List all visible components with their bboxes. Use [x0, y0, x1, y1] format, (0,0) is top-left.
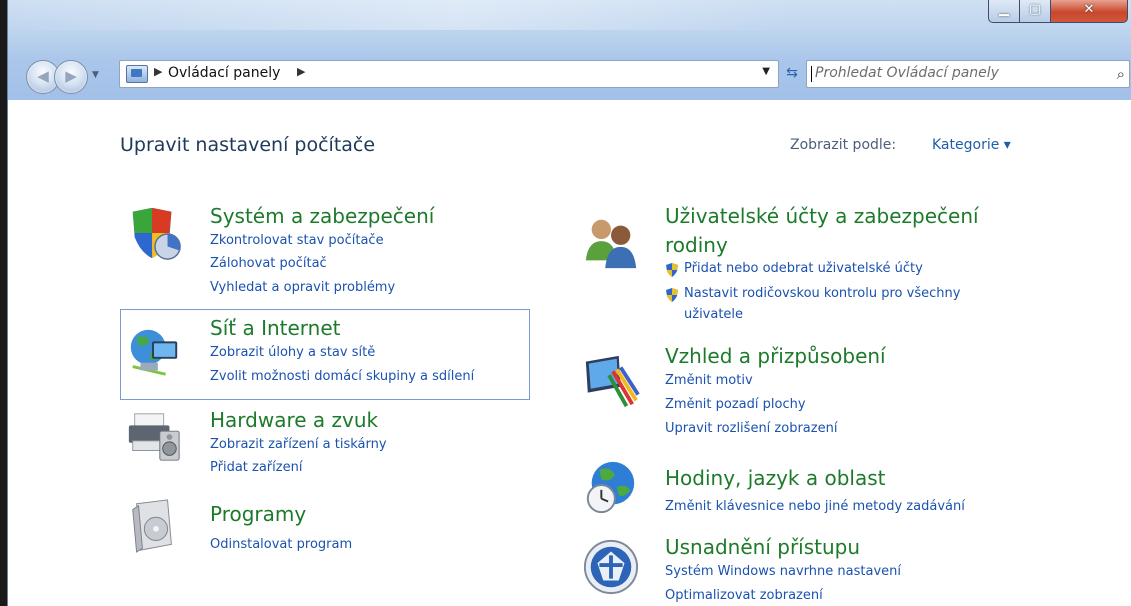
breadcrumb-control-panel[interactable]: Ovládací panely [168, 65, 280, 81]
minimize-icon: ▁ [999, 2, 1009, 17]
category-clock-language-region[interactable]: Hodiny, jazyk a oblast [665, 466, 885, 490]
category-network-internet[interactable]: Síť a Internet [210, 316, 340, 340]
recent-pages-dropdown-icon[interactable]: ▼ [92, 70, 99, 80]
control-panel-window: ▁ ▢ ✕ ◀ ▶ ▼ ▶ Ovládací panely ▶ ▼ ⇆ Proh… [7, 0, 1131, 606]
link-windows-suggest-settings[interactable]: Systém Windows navrhne nastavení [665, 564, 901, 579]
maximize-button[interactable]: ▢ [1019, 0, 1051, 23]
link-view-network-status[interactable]: Zobrazit úlohy a stav sítě [210, 345, 375, 360]
link-adjust-resolution[interactable]: Upravit rozlišení zobrazení [665, 421, 837, 436]
link-check-computer-status[interactable]: Zkontrolovat stav počítače [210, 233, 384, 248]
category-appearance[interactable]: Vzhled a přizpůsobení [665, 344, 886, 368]
text-caret [811, 66, 812, 82]
window-frame: ▁ ▢ ✕ ◀ ▶ ▼ ▶ Ovládací panely ▶ ▼ ⇆ Proh… [8, 0, 1131, 100]
link-add-device[interactable]: Přidat zařízení [210, 460, 302, 475]
view-by-dropdown[interactable]: Kategorie ▾ [932, 137, 1011, 153]
link-backup-computer[interactable]: Zálohovat počítač [210, 256, 327, 271]
programs-box-icon [132, 499, 172, 553]
category-programs[interactable]: Programy [210, 502, 306, 526]
search-icon[interactable]: ⌕ [1117, 65, 1125, 83]
link-add-remove-accounts[interactable]: Přidat nebo odebrat uživatelské účty [684, 261, 923, 276]
maximize-icon: ▢ [1028, 2, 1042, 17]
forward-arrow-icon: ▶ [65, 67, 77, 85]
category-user-accounts[interactable]: Uživatelské účty a zabezpečení [665, 204, 979, 228]
view-by-label: Zobrazit podle: [790, 137, 897, 153]
accessibility-icon [583, 539, 639, 595]
printer-speaker-icon [128, 413, 180, 461]
link-find-fix-problems[interactable]: Vyhledat a opravit problémy [210, 280, 395, 295]
page-title: Upravit nastavení počítače [120, 134, 376, 156]
forward-button[interactable]: ▶ [54, 60, 88, 94]
search-box[interactable]: Prohledat Ovládací panely ⌕ [806, 60, 1130, 88]
category-ease-of-access[interactable]: Usnadnění přístupu [665, 535, 860, 559]
network-globe-icon [130, 329, 178, 376]
link-view-devices-printers[interactable]: Zobrazit zařízení a tiskárny [210, 437, 387, 452]
breadcrumb-separator-icon[interactable]: ▶ [297, 65, 305, 78]
link-change-keyboards[interactable]: Změnit klávesnice nebo jiné metody zadáv… [665, 499, 965, 514]
close-button[interactable]: ✕ [1050, 0, 1128, 23]
category-system-security[interactable]: Systém a zabezpečení [210, 204, 434, 228]
link-uninstall-program[interactable]: Odinstalovat program [210, 537, 352, 552]
uac-shield-icon [666, 263, 678, 277]
navigation-buttons: ◀ ▶ ▼ [26, 60, 112, 94]
link-optimize-display[interactable]: Optimalizovat zobrazení [665, 588, 823, 603]
minimize-button[interactable]: ▁ [988, 0, 1020, 23]
address-dropdown-icon[interactable]: ▼ [762, 66, 770, 77]
link-homegroup-sharing[interactable]: Zvolit možnosti domácí skupiny a sdílení [210, 369, 474, 384]
refresh-button[interactable]: ⇆ [780, 60, 804, 86]
link-change-theme[interactable]: Změnit motiv [665, 373, 753, 388]
globe-clock-icon [586, 461, 635, 514]
users-icon [585, 219, 637, 269]
refresh-icon: ⇆ [786, 65, 798, 81]
shield-pie-icon [132, 207, 181, 260]
link-change-desktop-background[interactable]: Změnit pozadí plochy [665, 397, 806, 412]
address-bar[interactable]: ▶ Ovládací panely ▶ ▼ [119, 60, 779, 88]
breadcrumb-separator-icon[interactable]: ▶ [154, 65, 162, 78]
category-hardware-sound[interactable]: Hardware a zvuk [210, 408, 378, 432]
close-icon: ✕ [1083, 2, 1095, 17]
category-user-accounts-line2[interactable]: rodiny [665, 233, 728, 257]
uac-shield-icon [666, 288, 678, 302]
control-panel-icon [126, 65, 148, 83]
link-parental-controls[interactable]: Nastavit rodičovskou kontrolu pro všechn… [684, 286, 960, 301]
appearance-monitor-icon [585, 355, 640, 408]
link-parental-controls-line2[interactable]: uživatele [684, 307, 743, 322]
search-placeholder: Prohledat Ovládací panely [815, 65, 999, 81]
main-content: Upravit nastavení počítače Zobrazit podl… [8, 100, 1131, 606]
